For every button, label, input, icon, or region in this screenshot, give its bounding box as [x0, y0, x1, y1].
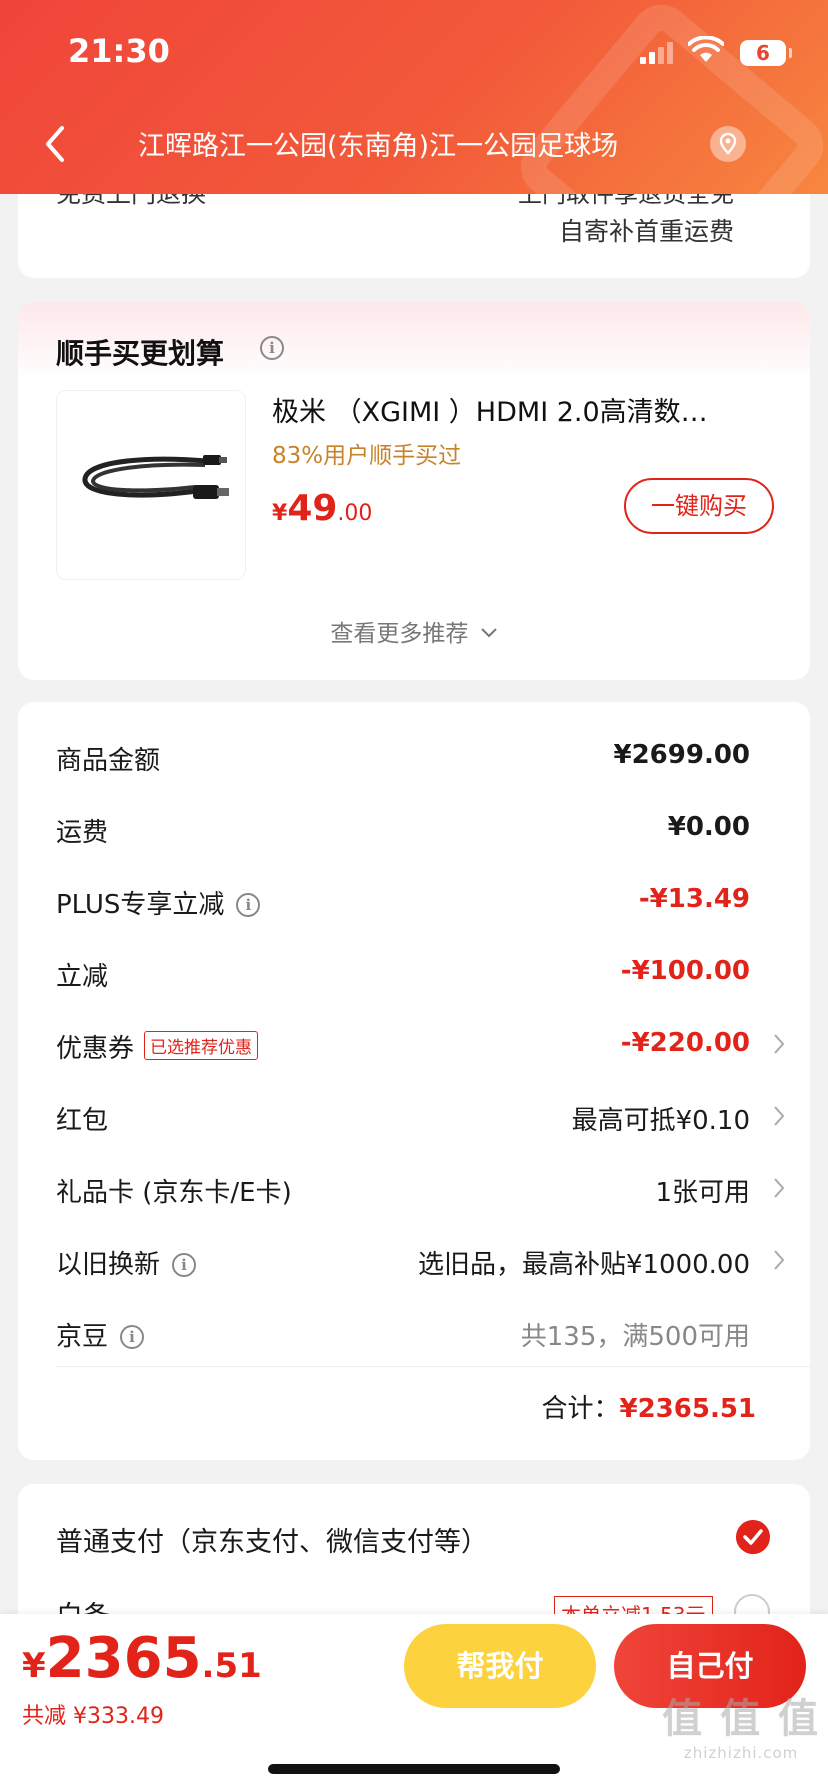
return-policy-line2: 自寄补首重运费 [558, 217, 734, 246]
total-label: 合计： [541, 1394, 620, 1424]
bottom-price: ¥2365.51 [22, 1626, 262, 1691]
row-label: 优惠券 [56, 1034, 135, 1064]
row-value: ¥0.00 [667, 812, 750, 842]
price-decimal: .00 [337, 501, 373, 526]
divider [56, 1366, 810, 1367]
chevron-right-icon [774, 1250, 785, 1270]
recommend-title: 顺手买更划算 [56, 337, 225, 370]
recommend-card: 顺手买更划算 i 极米 （XGIMI ）HDMI 2.0高清数… 83%用户顺手… [18, 302, 810, 680]
delivery-address[interactable]: 江晖路江一公园(东南角)江一公园足球场 [138, 124, 618, 163]
product-thumbnail[interactable] [56, 390, 246, 580]
watermark-logo: 值 值 值 zhizhizhi.com [662, 1686, 820, 1762]
home-indicator [268, 1764, 560, 1774]
location-pin-icon[interactable] [710, 126, 746, 162]
summary-row-goods: 商品金额 ¥2699.00 [56, 740, 786, 780]
one-click-buy-button[interactable]: 一键购买 [624, 478, 774, 534]
payment-normal-label[interactable]: 普通支付（京东支付、微信支付等） [56, 1520, 488, 1559]
battery-icon: 6 [740, 40, 792, 66]
row-label-wrap: 以旧换新 i [56, 1244, 197, 1281]
bought-ratio: 83%用户顺手买过 [272, 443, 462, 469]
row-label: 立减 [56, 962, 109, 992]
row-value: 1张可用 [655, 1178, 750, 1208]
row-value: 最高可抵¥0.10 [571, 1106, 750, 1136]
bottom-bar: ¥2365.51 共减 ¥333.49 帮我付 自己付 值 值 值 zhizhi… [0, 1614, 828, 1792]
bottom-price-decimal: .51 [201, 1646, 262, 1686]
price-currency: ¥ [272, 501, 288, 526]
info-icon[interactable]: i [172, 1253, 197, 1277]
summary-row-jingdou: 京豆 i 共135，满500可用 [56, 1316, 786, 1356]
more-recommend-label: 查看更多推荐 [330, 621, 469, 647]
info-icon[interactable]: i [260, 336, 284, 360]
status-time: 21:30 [68, 32, 170, 70]
product-name[interactable]: 极米 （XGIMI ）HDMI 2.0高清数… [272, 390, 772, 429]
coupon-tag: 已选推荐优惠 [144, 1031, 259, 1060]
total-value: ¥2365.51 [619, 1394, 756, 1424]
row-label: 运费 [56, 818, 109, 848]
summary-row-shipping: 运费 ¥0.00 [56, 812, 786, 852]
info-icon[interactable]: i [120, 1325, 145, 1349]
summary-row-plus: PLUS专享立减 i -¥13.49 [56, 884, 786, 924]
wifi-icon [688, 36, 724, 62]
row-label-wrap: 优惠券 已选推荐优惠 [56, 1028, 259, 1065]
chevron-right-icon [774, 1106, 785, 1126]
row-label: PLUS专享立减 [56, 890, 225, 920]
watermark-url: zhizhizhi.com [683, 1744, 799, 1762]
product-price: ¥49.00 [272, 488, 372, 529]
more-recommend-link[interactable]: 查看更多推荐 [18, 614, 810, 648]
header: 21:30 6 江晖路江一公园(东南角)江一公园足球场 [0, 0, 828, 194]
total-row: 合计：¥2365.51 [541, 1388, 756, 1425]
summary-row-redpacket[interactable]: 红包 最高可抵¥0.10 [56, 1100, 786, 1140]
nav-bar: 江晖路江一公园(东南角)江一公园足球场 [0, 118, 828, 174]
signal-icon [640, 42, 674, 64]
back-arrow-icon[interactable] [40, 122, 74, 166]
total-saved: 共减 ¥333.49 [22, 1704, 164, 1729]
watermark-text: 值 值 值 [662, 1696, 820, 1742]
chevron-right-icon [774, 1178, 785, 1198]
help-me-pay-button[interactable]: 帮我付 [404, 1624, 596, 1708]
chevron-down-icon [480, 628, 497, 638]
row-label-wrap: 京豆 i [56, 1316, 145, 1353]
row-value: -¥100.00 [620, 956, 750, 986]
row-value: 选旧品，最高补贴¥1000.00 [417, 1250, 750, 1280]
summary-row-coupon[interactable]: 优惠券 已选推荐优惠 -¥220.00 [56, 1028, 786, 1068]
row-label: 礼品卡 (京东卡/E卡) [56, 1178, 292, 1208]
row-label-wrap: PLUS专享立减 i [56, 884, 261, 921]
check-icon[interactable] [736, 1520, 770, 1554]
price-summary-card: 商品金额 ¥2699.00 运费 ¥0.00 PLUS专享立减 i -¥13.49… [18, 702, 810, 1460]
row-label: 京豆 [56, 1322, 109, 1352]
bottom-currency: ¥ [22, 1646, 46, 1686]
row-label: 以旧换新 [56, 1250, 161, 1280]
row-value: ¥2699.00 [613, 740, 750, 770]
hdmi-cable-image [82, 455, 229, 499]
row-value: -¥13.49 [638, 884, 750, 914]
row-label: 商品金额 [56, 746, 161, 776]
bottom-price-integer: 2365 [45, 1626, 202, 1691]
summary-row-discount: 立减 -¥100.00 [56, 956, 786, 996]
status-bar: 21:30 6 [0, 28, 828, 78]
summary-row-giftcard[interactable]: 礼品卡 (京东卡/E卡) 1张可用 [56, 1172, 786, 1212]
summary-row-tradein[interactable]: 以旧换新 i 选旧品，最高补贴¥1000.00 [56, 1244, 786, 1284]
row-value: 共135，满500可用 [520, 1322, 750, 1352]
row-label: 红包 [56, 1106, 109, 1136]
price-integer: 49 [287, 488, 338, 529]
row-value: -¥220.00 [620, 1028, 750, 1058]
info-icon[interactable]: i [236, 893, 261, 917]
chevron-right-icon [774, 1034, 785, 1054]
